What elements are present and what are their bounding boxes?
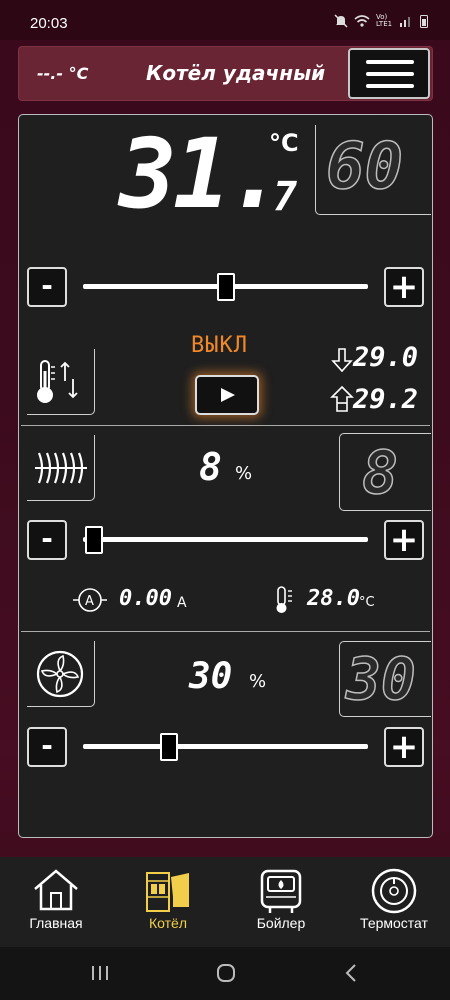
auger-display: 8	[339, 433, 431, 511]
start-button[interactable]	[195, 375, 259, 415]
boiler-panel: 31. 7 °C 60 - + ВЫКЛ 29.0 29.2 8 % 8 - +…	[18, 114, 433, 838]
auger-temperature-unit: °C	[359, 595, 375, 610]
setpoint-value: 60	[325, 129, 404, 205]
auger-temperature-value: 28.0	[307, 586, 360, 611]
fan-increase-button[interactable]: +	[384, 727, 424, 767]
auger-increase-button[interactable]: +	[384, 520, 424, 560]
signal-icon	[400, 17, 410, 27]
arrow-down-icon	[331, 348, 353, 373]
setpoint-display: 60	[315, 125, 431, 215]
auger-display-value: 8	[361, 437, 399, 509]
hamburger-menu-bar	[366, 72, 414, 76]
thermometer-icon	[276, 586, 292, 613]
thermometer-updown-icon	[37, 360, 78, 403]
hysteresis-high-value: 29.2	[353, 384, 419, 415]
play-icon	[221, 388, 235, 402]
auger-icon-box	[27, 435, 95, 501]
fan-decrease-button[interactable]: -	[27, 727, 67, 767]
hysteresis-low-value: 29.0	[353, 342, 419, 373]
page-title: Котёл удачный	[146, 61, 326, 85]
nav-item-boiler[interactable]: Котёл	[112, 857, 224, 947]
section-divider	[21, 425, 430, 426]
nav-label-water-heater: Бойлер	[256, 915, 306, 931]
water-heater-icon	[260, 869, 302, 913]
home-icon	[34, 869, 78, 911]
fan-display-value: 30	[345, 644, 416, 714]
setpoint-slider-thumb[interactable]	[216, 273, 235, 301]
auger-slider-track[interactable]	[83, 537, 368, 542]
svg-text:A: A	[85, 594, 94, 609]
hamburger-menu-bar	[366, 84, 414, 88]
fan-display: 30	[339, 641, 431, 717]
fan-icon-box	[27, 641, 95, 707]
house-arrow-up-icon	[330, 385, 354, 412]
fan-icon	[36, 650, 84, 698]
auger-slider[interactable]: - +	[27, 520, 424, 560]
auger-current-value: 0.00	[119, 586, 172, 611]
header-bar: --.- °C Котёл удачный	[18, 46, 433, 101]
battery-icon	[420, 15, 428, 28]
current-temperature: 31.	[119, 118, 284, 230]
section-divider	[21, 631, 430, 632]
fan-percent-unit: %	[249, 671, 267, 692]
hamburger-menu-icon	[366, 60, 414, 64]
recent-apps-icon[interactable]	[90, 963, 110, 988]
menu-button[interactable]	[348, 48, 430, 99]
auger-slider-thumb[interactable]	[85, 526, 104, 554]
nav-item-home[interactable]: Главная	[0, 857, 112, 947]
bottom-navigation: Главная Котёл Бойлер Термостат	[0, 857, 450, 947]
auger-percent: 8	[199, 445, 222, 489]
system-navigation-bar	[0, 947, 450, 1000]
setpoint-slider[interactable]: - +	[27, 267, 424, 307]
fan-percent: 30	[189, 656, 233, 697]
outdoor-temperature: --.- °C	[37, 64, 89, 83]
status-time: 20:03	[30, 15, 68, 32]
wifi-icon	[354, 15, 370, 27]
auger-percent-unit: %	[235, 463, 253, 484]
ammeter-icon: A	[73, 588, 107, 612]
nav-item-water-heater[interactable]: Бойлер	[225, 857, 337, 947]
auger-decrease-button[interactable]: -	[27, 520, 67, 560]
nav-label-home: Главная	[29, 915, 83, 931]
thermostat-icon	[371, 868, 417, 914]
boiler-state-label: ВЫКЛ	[191, 333, 248, 358]
nav-item-thermostat[interactable]: Термостат	[338, 857, 450, 947]
fan-slider-thumb[interactable]	[159, 733, 178, 761]
mute-icon	[334, 14, 348, 28]
status-icons: Vo) LTE1	[334, 14, 428, 28]
nav-label-boiler: Котёл	[148, 915, 187, 931]
status-bar: 20:03 Vo) LTE1	[0, 0, 450, 40]
temperature-unit: °C	[269, 129, 299, 157]
auger-current-unit: A	[177, 595, 187, 611]
auger-icon	[35, 452, 87, 484]
fan-slider-track[interactable]	[83, 744, 368, 749]
fan-slider[interactable]: - +	[27, 727, 424, 767]
setpoint-decrease-button[interactable]: -	[27, 267, 67, 307]
hysteresis-icon-box	[27, 349, 95, 415]
nav-label-thermostat: Термостат	[360, 915, 428, 931]
back-icon[interactable]	[344, 963, 358, 989]
boiler-icon	[146, 872, 189, 912]
setpoint-increase-button[interactable]: +	[384, 267, 424, 307]
home-system-icon[interactable]	[216, 963, 236, 989]
network-label: Vo) LTE1	[376, 13, 393, 28]
current-temperature-decimal: 7	[273, 174, 298, 220]
